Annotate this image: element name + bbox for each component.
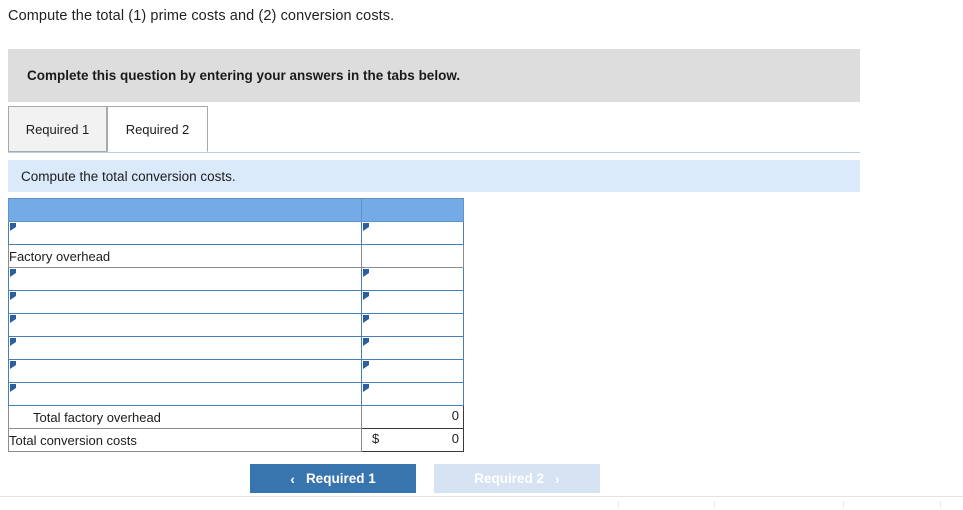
row-5-label-cell[interactable] [8,313,362,337]
tab-required-1-label: Required 1 [25,121,90,137]
row-2-label-cell: Factory overhead [8,244,362,268]
worksheet-header-amount-cell [361,198,464,222]
row-8-label-cell[interactable] [8,382,362,406]
row-6-label-cell[interactable] [8,336,362,360]
table-row [8,359,464,383]
chevron-right-icon: › [555,470,560,487]
tab-required-2[interactable]: Required 2 [107,106,208,152]
table-row [8,267,464,291]
table-row [8,221,464,245]
worksheet-header-row [8,198,464,222]
sub-instruction-bar: Compute the total conversion costs. [8,160,860,192]
row-1-amount-input[interactable] [371,222,460,244]
total-conversion-costs-label: Total conversion costs [8,428,362,452]
row-1-label-cell[interactable] [8,221,362,245]
row-6-amount-input[interactable] [371,337,460,359]
row-8-label-input[interactable] [18,383,358,405]
tab-required-2-label: Required 2 [125,121,190,137]
sub-instruction-text: Compute the total conversion costs. [21,168,236,184]
worksheet-header-label-cell [8,198,362,222]
total-conversion-costs-value: 0 [451,431,459,446]
row-1-amount-cell[interactable] [361,221,464,245]
tab-strip-underline [8,152,860,153]
total-factory-overhead-value: 0 [451,408,459,423]
row-6-amount-cell[interactable] [361,336,464,360]
total-conversion-costs-row: Total conversion costs $ 0 [8,428,464,452]
table-row [8,290,464,314]
prev-required-1-button[interactable]: ‹ Required 1 [250,464,416,493]
footer-tick [843,501,844,508]
row-7-amount-input[interactable] [371,360,460,382]
row-3-amount-input[interactable] [371,268,460,290]
conversion-costs-worksheet: Factory overhead Total factory overhead … [8,198,464,452]
row-8-amount-input[interactable] [371,383,460,405]
next-required-2-button[interactable]: Required 2 › [434,464,600,493]
row-4-amount-input[interactable] [371,291,460,313]
row-7-label-cell[interactable] [8,359,362,383]
row-3-label-cell[interactable] [8,267,362,291]
tab-required-1[interactable]: Required 1 [8,106,107,152]
total-factory-overhead-row: Total factory overhead 0 [8,405,464,429]
table-row: Factory overhead [8,244,464,268]
total-conversion-costs-amount-cell: $ 0 [361,428,464,452]
row-4-amount-cell[interactable] [361,290,464,314]
row-3-label-input[interactable] [18,268,358,290]
row-5-amount-input[interactable] [371,314,460,336]
row-5-label-input[interactable] [18,314,358,336]
table-row [8,336,464,360]
row-7-label-input[interactable] [18,360,358,382]
table-row [8,382,464,406]
footer-rule [0,496,963,497]
tab-strip: Required 1 Required 2 [8,106,860,153]
table-row [8,313,464,337]
row-5-amount-cell[interactable] [361,313,464,337]
question-prompt: Compute the total (1) prime costs and (2… [8,8,395,24]
instruction-banner-text: Complete this question by entering your … [27,68,461,83]
row-6-label-input[interactable] [18,337,358,359]
total-factory-overhead-label: Total factory overhead [8,405,362,429]
chevron-left-icon: ‹ [290,470,295,487]
footer-tick [618,501,619,508]
total-conversion-costs-currency: $ [372,431,380,446]
total-factory-overhead-amount-cell: 0 [361,405,464,429]
row-7-amount-cell[interactable] [361,359,464,383]
row-8-amount-cell[interactable] [361,382,464,406]
row-1-label-input[interactable] [18,222,358,244]
row-2-amount-cell [361,244,464,268]
footer-tick [714,501,715,508]
instruction-banner: Complete this question by entering your … [8,49,860,102]
next-required-2-label: Required 2 [474,471,545,486]
row-3-amount-cell[interactable] [361,267,464,291]
footer-tick [940,501,941,508]
row-4-label-cell[interactable] [8,290,362,314]
footer-ticks [0,500,963,510]
nav-buttons: ‹ Required 1 Required 2 › [250,464,600,493]
prev-required-1-label: Required 1 [305,471,376,486]
row-4-label-input[interactable] [18,291,358,313]
